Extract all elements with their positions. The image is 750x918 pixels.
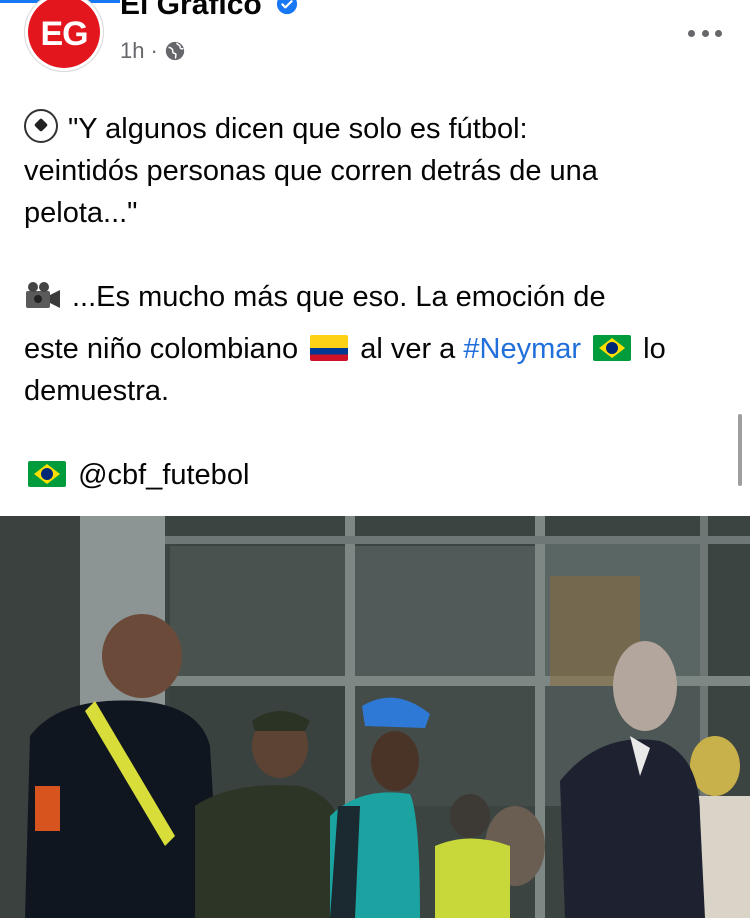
page-name[interactable]: El Grafico <box>120 0 298 22</box>
more-options-icon[interactable] <box>688 20 722 46</box>
post-line-4: ...Es mucho más que eso. La emoción de <box>72 281 606 313</box>
post-line-3: pelota..." <box>24 197 138 229</box>
post-video[interactable] <box>0 516 750 918</box>
verified-badge-icon <box>276 0 298 15</box>
post-line-1: "Y algunos dicen que solo es fútbol: <box>68 113 528 145</box>
post-line-2: veintidós personas que corren detrás de … <box>24 155 598 187</box>
post-line-5c: lo <box>643 333 666 365</box>
post-line: "Y algunos dicen que solo es fútbol: <box>24 108 724 150</box>
brazil-flag-emoji <box>593 335 632 361</box>
post-line-5a: este niño colombiano <box>24 333 299 365</box>
scrollbar[interactable] <box>738 414 742 486</box>
post-header: EG El Grafico 1h · <box>0 0 750 80</box>
post-time[interactable]: 1h <box>120 38 144 64</box>
hashtag-link[interactable]: #Neymar <box>463 333 581 365</box>
mention-text[interactable]: @cbf_futebol <box>78 459 249 491</box>
brazil-flag-emoji <box>28 461 66 487</box>
avatar-logo-text: EG <box>40 14 88 53</box>
meta-separator: · <box>150 38 158 63</box>
soccer-ball-emoji <box>24 109 58 143</box>
post-line-5b: al ver a <box>360 333 456 365</box>
video-camera-emoji <box>26 282 60 308</box>
globe-icon <box>165 41 184 61</box>
post-line: ...Es mucho más que eso. La emoción de <box>24 276 724 318</box>
post-meta: 1h · <box>120 38 186 64</box>
post-text: "Y algunos dicen que solo es fútbol: vei… <box>24 108 724 496</box>
more-dot <box>701 29 709 37</box>
page-name-text[interactable]: El Grafico <box>120 0 262 21</box>
post-line: @cbf_futebol <box>24 454 724 496</box>
page-avatar[interactable]: EG <box>24 0 104 72</box>
video-frame <box>0 516 750 918</box>
post-line-6: demuestra. <box>24 375 170 407</box>
post-line: este niño colombiano al ver a #Neymar lo <box>24 328 724 370</box>
more-dot <box>715 29 722 37</box>
avatar-logo: EG <box>28 0 100 68</box>
more-dot <box>688 29 695 37</box>
colombia-flag-emoji <box>310 335 349 361</box>
